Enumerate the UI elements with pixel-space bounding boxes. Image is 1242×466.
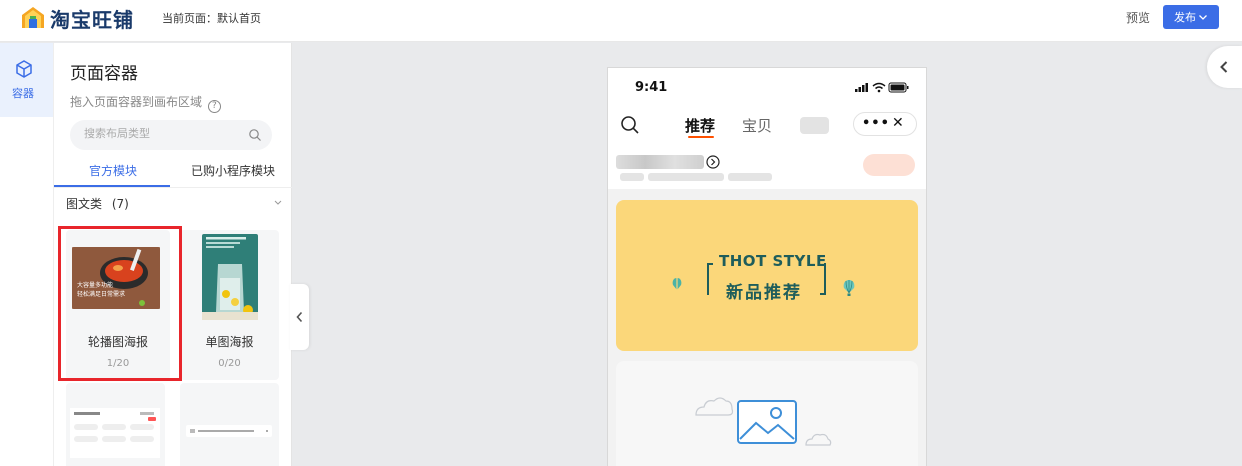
chevron-left-icon	[296, 311, 303, 323]
selection-highlight	[58, 226, 182, 381]
tab-bought-modules[interactable]: 已购小程序模块	[191, 162, 275, 179]
image-placeholder[interactable]	[616, 361, 918, 466]
banner-frame-right	[820, 263, 826, 295]
info-placeholder	[648, 173, 724, 181]
left-rail: 容器	[0, 43, 54, 466]
shop-name-placeholder	[616, 155, 704, 169]
status-time: 9:41	[635, 80, 668, 95]
module-thumbnail	[202, 234, 258, 320]
banner-frame-left	[707, 263, 713, 295]
image-placeholder-icon	[695, 397, 832, 446]
module-card[interactable]	[66, 383, 165, 466]
banner-title-en: THOT STYLE	[719, 252, 827, 270]
brand-name: 淘宝旺铺	[50, 8, 134, 32]
info-placeholder	[728, 173, 772, 181]
tab-goods[interactable]: 宝贝	[742, 115, 772, 136]
category-header[interactable]: 图文类 (7)	[66, 195, 129, 212]
active-tab-underline	[688, 136, 714, 138]
chevron-down-icon	[1199, 15, 1207, 20]
module-thumbnail	[186, 425, 272, 437]
expand-right-panel-button[interactable]	[1207, 46, 1242, 88]
module-label: 单图海报	[205, 335, 254, 349]
search-input[interactable]	[84, 127, 234, 140]
chevron-down-icon[interactable]	[273, 197, 283, 207]
close-icon[interactable]: ✕	[892, 115, 904, 131]
publish-button-label: 发布	[1174, 11, 1196, 24]
rail-item-label: 容器	[12, 87, 34, 100]
preview-button[interactable]: 预览	[1126, 9, 1150, 26]
tab-placeholder	[800, 117, 829, 134]
phone-canvas: 9:41 推荐 宝贝 ••• ✕ THOT STYLE 新品推荐	[607, 67, 927, 466]
shop-logo-icon	[22, 7, 44, 28]
rail-item-container[interactable]: 容器	[0, 43, 53, 117]
tab-official-modules[interactable]: 官方模块	[89, 162, 137, 179]
panel-hint: 拖入页面容器到画布区域 ?	[70, 93, 221, 113]
search-icon[interactable]	[248, 128, 262, 142]
panel-hint-text: 拖入页面容器到画布区域	[70, 95, 203, 109]
collapse-panel-button[interactable]	[290, 284, 309, 350]
phone-content: THOT STYLE 新品推荐	[608, 189, 926, 466]
current-page-label: 当前页面：默认首页	[162, 12, 261, 25]
banner-title-cn: 新品推荐	[726, 283, 802, 303]
new-arrivals-banner[interactable]: THOT STYLE 新品推荐	[616, 200, 918, 351]
follow-button-placeholder[interactable]	[863, 154, 915, 176]
search-icon[interactable]	[620, 115, 640, 135]
module-thumbnail	[70, 408, 160, 458]
chevron-left-icon	[1220, 61, 1228, 73]
balloon-icon	[672, 278, 682, 290]
tabs-divider	[54, 187, 292, 188]
panel-title: 页面容器	[70, 64, 138, 84]
module-card-single-poster[interactable]: 单图海报 0/20	[180, 230, 279, 380]
arrow-right-circle-icon[interactable]	[706, 155, 720, 169]
top-bar: 淘宝旺铺 当前页面：默认首页 预览 发布	[0, 0, 1242, 42]
cube-icon	[16, 60, 32, 78]
module-card[interactable]	[180, 383, 279, 466]
tab-recommend[interactable]: 推荐	[685, 115, 715, 136]
balloon-icon	[843, 280, 855, 296]
publish-button[interactable]: 发布	[1163, 5, 1219, 29]
info-placeholder	[620, 173, 644, 181]
mini-program-capsule: ••• ✕	[853, 112, 917, 136]
status-icons	[855, 82, 909, 93]
more-icon[interactable]: •••	[862, 116, 890, 131]
search-box	[70, 120, 272, 150]
category-count: (7)	[111, 197, 129, 211]
category-label: 图文类	[66, 197, 103, 211]
help-icon[interactable]: ?	[207, 100, 221, 113]
module-count: 0/20	[218, 358, 241, 369]
